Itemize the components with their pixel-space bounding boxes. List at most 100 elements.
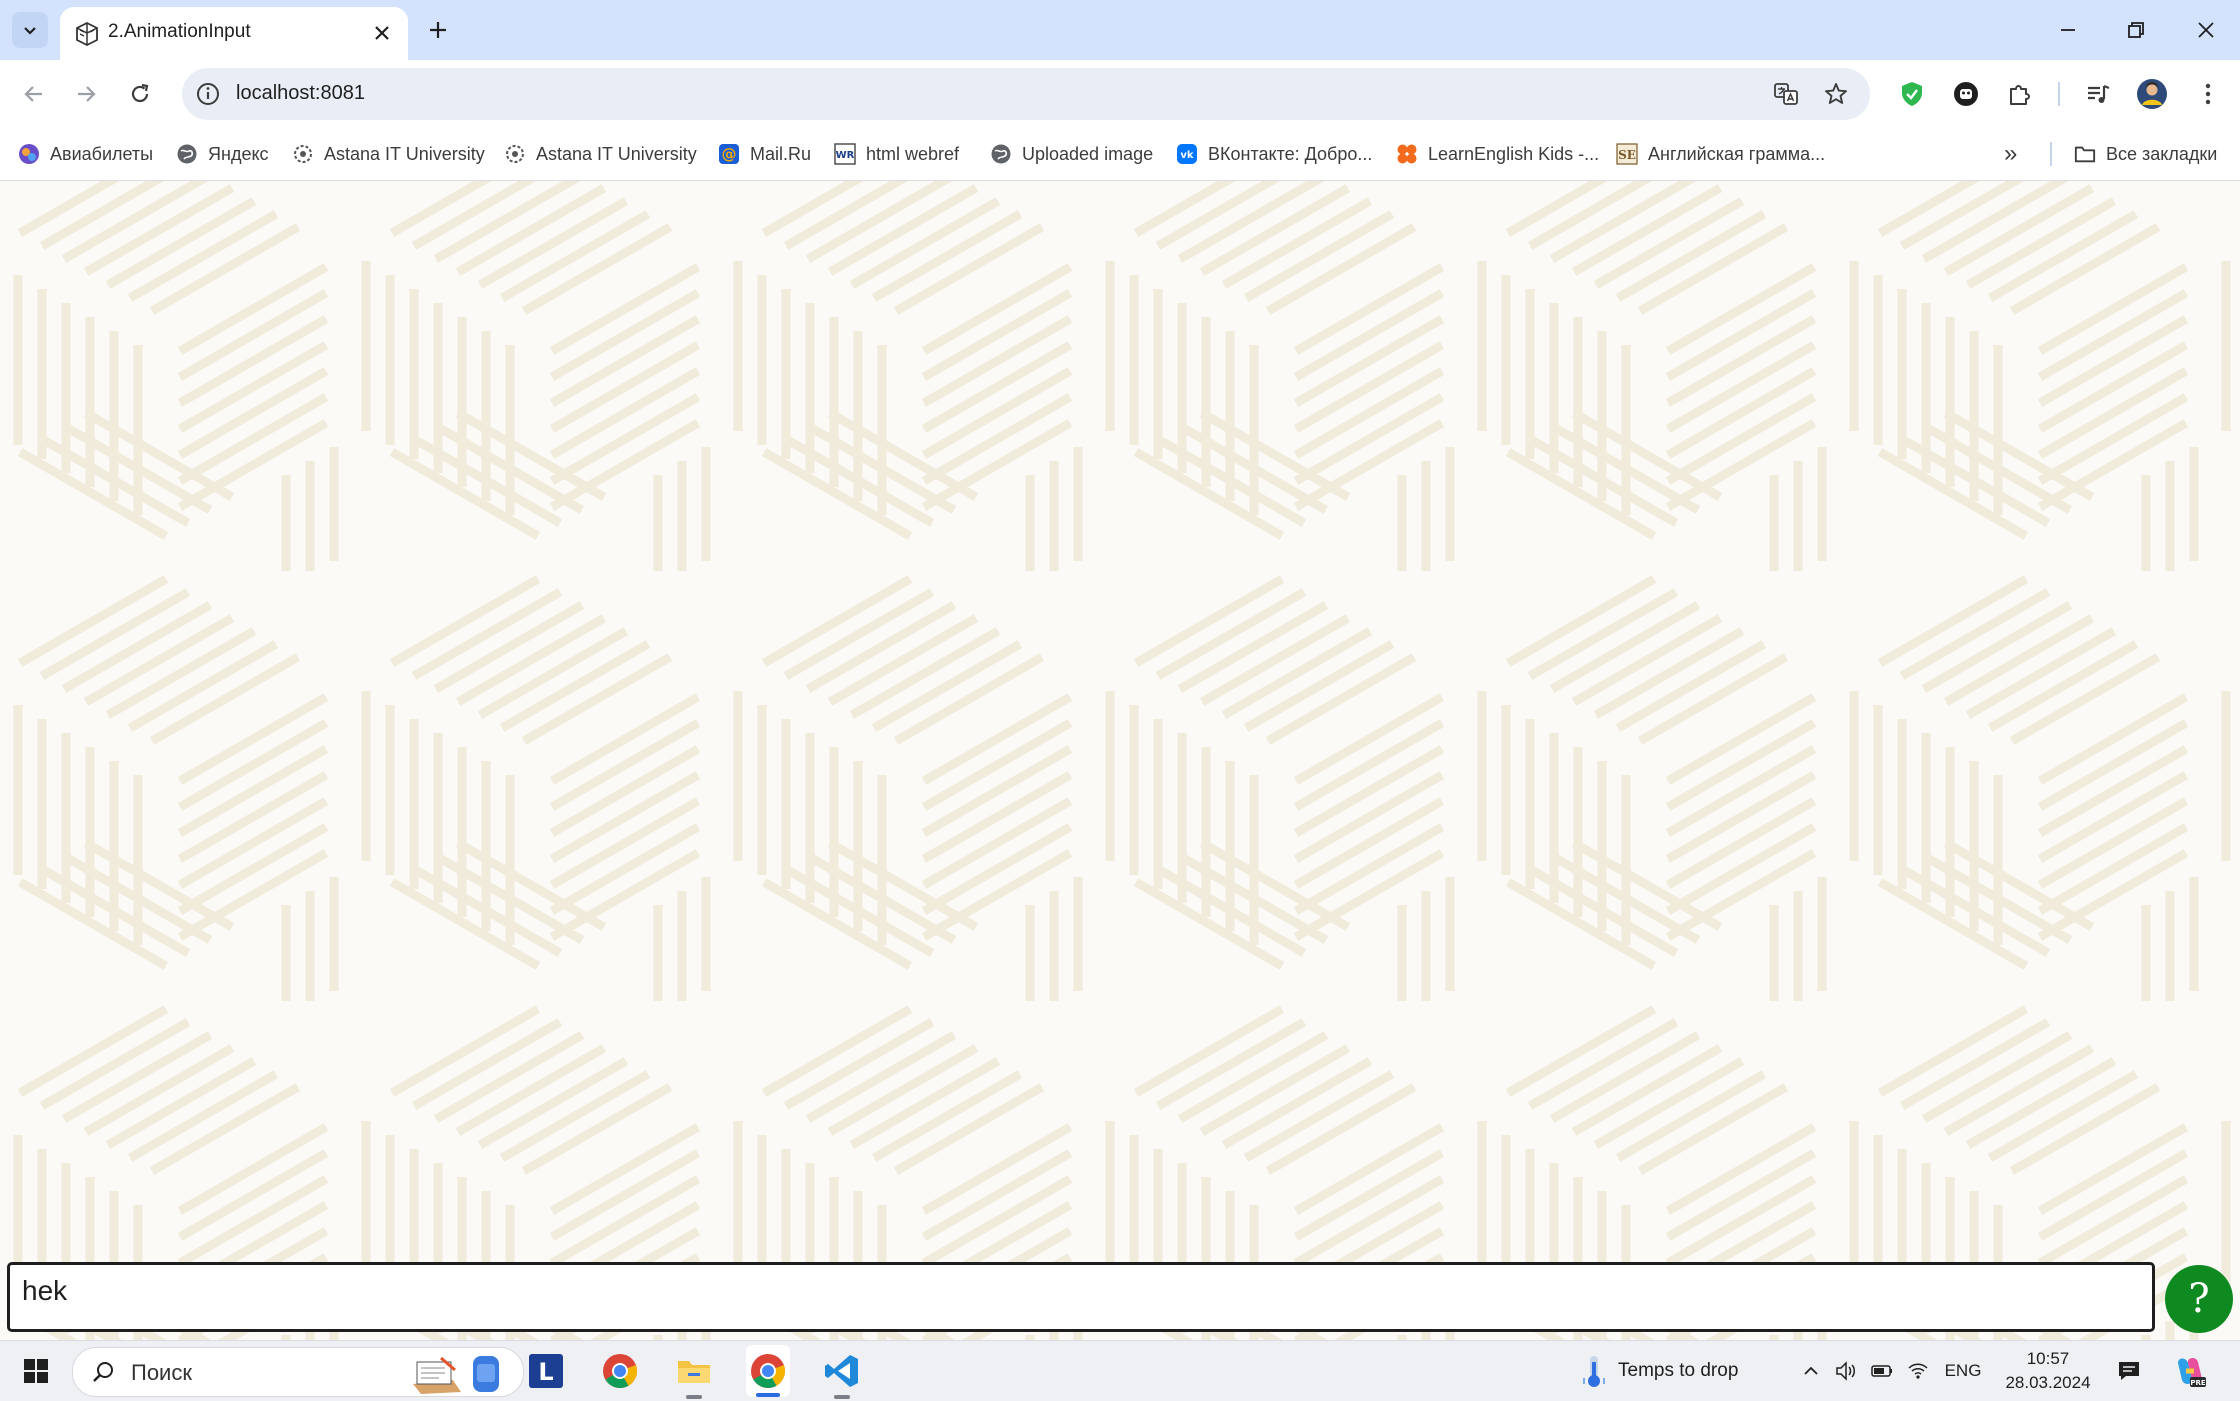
bookmark-astana-it-2[interactable]: Astana IT University <box>504 138 697 170</box>
chrome-icon <box>603 1354 638 1388</box>
taskbar-search-label: Поиск <box>131 1360 192 1385</box>
bookmark-label: Английская грамма... <box>1648 143 1826 164</box>
running-indicator <box>686 1395 702 1399</box>
aviasales-icon <box>18 143 40 165</box>
search-highlight-illustration-icon <box>413 1356 499 1394</box>
restore-button[interactable] <box>2106 8 2166 52</box>
taskbar-chrome-2[interactable] <box>746 1345 790 1397</box>
bookmark-label: Astana IT University <box>536 143 697 164</box>
bookmark-vk[interactable]: vk ВКонтакте: Добро... <box>1176 138 1372 170</box>
bookmark-html-webref[interactable]: WR html webref <box>834 138 959 170</box>
bookmark-label: Авиабилеты <box>50 143 154 164</box>
bookmark-label: ВКонтакте: Добро... <box>1208 143 1373 164</box>
notification-icon <box>2119 1362 2139 1380</box>
bookmark-aviasales[interactable]: Авиабилеты <box>18 138 153 170</box>
bookmark-learnenglish[interactable]: LearnEnglish Kids -... <box>1396 138 1599 170</box>
battery-button[interactable] <box>1868 1341 1896 1401</box>
help-question-icon: ? <box>2188 1276 2210 1322</box>
folder-icon <box>678 1361 710 1383</box>
restore-icon <box>2128 22 2144 38</box>
l-app-icon: L <box>529 1354 563 1388</box>
arrow-left-icon <box>24 86 42 102</box>
toolbar-divider <box>2058 82 2060 106</box>
astana-it-icon <box>504 143 526 165</box>
back-button[interactable] <box>14 74 54 114</box>
copilot-button[interactable]: PRE <box>2170 1341 2210 1401</box>
taskbar-vscode[interactable] <box>820 1341 864 1401</box>
taskbar-file-explorer[interactable] <box>672 1341 716 1401</box>
bookmark-label: Astana IT University <box>324 143 485 164</box>
tray-overflow-button[interactable] <box>1796 1341 1826 1401</box>
globe-icon <box>990 143 1012 165</box>
text-input-box[interactable] <box>7 1262 2155 1332</box>
network-button[interactable] <box>1904 1341 1932 1401</box>
active-tab[interactable]: 2.AnimationInput <box>60 7 408 60</box>
folder-icon <box>2074 143 2096 165</box>
animation-text-input[interactable] <box>22 1271 2122 1311</box>
tab-search-button[interactable] <box>12 12 48 48</box>
site-info-icon[interactable] <box>194 80 222 108</box>
new-tab-button[interactable] <box>422 14 454 46</box>
windows-taskbar: Поиск L Temps to drop ENG 10:57 28.03.20… <box>0 1340 2240 1401</box>
bookmarks-overflow-button[interactable]: » <box>2004 138 2017 170</box>
extensions-button[interactable] <box>2002 76 2038 112</box>
help-button[interactable]: ? <box>2165 1265 2233 1333</box>
plus-icon <box>430 22 446 38</box>
profile-avatar[interactable] <box>2134 76 2170 112</box>
bookmarks-divider <box>2050 142 2052 166</box>
minimize-icon <box>2061 29 2075 31</box>
clock-date: 28.03.2024 <box>2005 1373 2091 1392</box>
translate-icon <box>1774 83 1798 105</box>
kebab-menu-icon <box>2205 83 2211 105</box>
bookmark-astana-it-1[interactable]: Astana IT University <box>292 138 485 170</box>
all-bookmarks-button[interactable]: Все закладки <box>2074 138 2217 170</box>
double-chevron-icon: » <box>2004 140 2018 167</box>
se-icon: SE <box>1616 143 1638 165</box>
running-indicator <box>834 1395 850 1399</box>
shield-extension[interactable] <box>1894 76 1930 112</box>
taskbar-search[interactable]: Поиск <box>72 1347 524 1397</box>
url-input[interactable] <box>236 82 1736 105</box>
chrome-icon <box>751 1354 786 1388</box>
language-indicator[interactable]: ENG <box>1940 1341 1986 1401</box>
notifications-button[interactable] <box>2114 1341 2144 1401</box>
thermometer-icon <box>1583 1356 1605 1387</box>
address-bar[interactable] <box>182 68 1870 120</box>
svg-text:L: L <box>538 1358 553 1386</box>
svg-text:WR: WR <box>836 150 855 161</box>
weather-widget[interactable]: Temps to drop <box>1580 1341 1780 1401</box>
bookmark-english-grammar[interactable]: SE Английская грамма... <box>1616 138 1825 170</box>
battery-icon <box>1871 1365 1892 1377</box>
start-button[interactable] <box>14 1341 58 1401</box>
dark-extension[interactable] <box>1948 76 1984 112</box>
minimize-button[interactable] <box>2038 8 2098 52</box>
bookmark-star-button[interactable] <box>1822 80 1850 108</box>
volume-button[interactable] <box>1832 1341 1860 1401</box>
tab-close-button[interactable] <box>368 19 396 47</box>
reload-button[interactable] <box>120 74 160 114</box>
bookmark-uploaded-image[interactable]: Uploaded image <box>990 138 1153 170</box>
media-queue-icon <box>2088 84 2110 103</box>
close-icon <box>2198 22 2214 38</box>
media-control-button[interactable] <box>2080 76 2116 112</box>
ghost-extension-icon <box>1954 82 1978 106</box>
shield-check-icon <box>1902 82 1922 106</box>
arrow-right-icon <box>78 86 96 102</box>
translate-button[interactable] <box>1772 80 1800 108</box>
bookmark-yandex[interactable]: Яндекс <box>176 138 269 170</box>
close-icon <box>375 26 389 40</box>
close-window-button[interactable] <box>2176 8 2236 52</box>
geometric-background-pattern <box>0 181 2240 1340</box>
avatar-icon <box>2137 79 2167 109</box>
chrome-menu-button[interactable] <box>2190 76 2226 112</box>
clock-time: 10:57 <box>2026 1349 2070 1368</box>
cube-favicon-icon <box>76 21 98 47</box>
taskbar-app-l[interactable]: L <box>524 1341 568 1401</box>
forward-button[interactable] <box>66 74 106 114</box>
bookmark-label: Яндекс <box>208 143 269 164</box>
bookmark-mailru[interactable]: @ Mail.Ru <box>718 138 811 170</box>
clock[interactable]: 10:57 28.03.2024 <box>1988 1347 2108 1395</box>
taskbar-chrome-1[interactable] <box>598 1341 642 1401</box>
svg-text:@: @ <box>722 145 737 163</box>
tab-title: 2.AnimationInput <box>108 21 251 42</box>
